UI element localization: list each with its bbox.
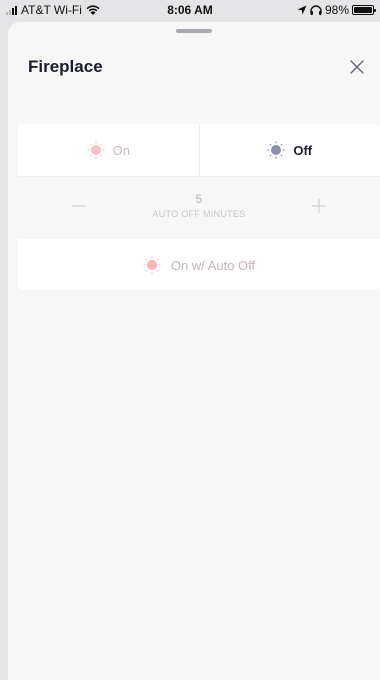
auto-off-stepper: 5 AUTO OFF MINUTES xyxy=(18,177,380,239)
sun-icon xyxy=(86,141,105,159)
on-with-auto-off-label: On w/ Auto Off xyxy=(170,257,256,273)
headphones-icon xyxy=(310,5,322,15)
power-toggle-row: On Off xyxy=(18,124,380,177)
status-right: 98% xyxy=(297,3,376,17)
location-arrow-icon xyxy=(297,5,307,15)
on-label: On xyxy=(112,142,130,158)
battery-icon xyxy=(352,5,376,15)
sun-icon xyxy=(267,141,286,159)
on-button[interactable]: On xyxy=(18,124,199,176)
off-label: Off xyxy=(293,142,313,158)
plus-icon[interactable] xyxy=(304,191,334,221)
modal-sheet: Fireplace On Off 5 AUTO OFF MINUTES On w… xyxy=(8,22,380,680)
sheet-grabber[interactable] xyxy=(176,29,212,33)
on-with-auto-off-button[interactable]: On w/ Auto Off xyxy=(18,240,380,290)
off-button[interactable]: Off xyxy=(198,124,380,176)
close-icon[interactable] xyxy=(348,58,366,76)
battery-fill xyxy=(354,7,372,13)
sun-icon xyxy=(143,256,161,274)
page-title: Fireplace xyxy=(28,57,103,76)
status-bar: AT&T Wi-Fi 8:06 AM 98% xyxy=(0,0,380,20)
fireplace-controls-card: On Off 5 AUTO OFF MINUTES On w/ Auto Off xyxy=(18,124,380,290)
battery-percent: 98% xyxy=(324,3,349,17)
